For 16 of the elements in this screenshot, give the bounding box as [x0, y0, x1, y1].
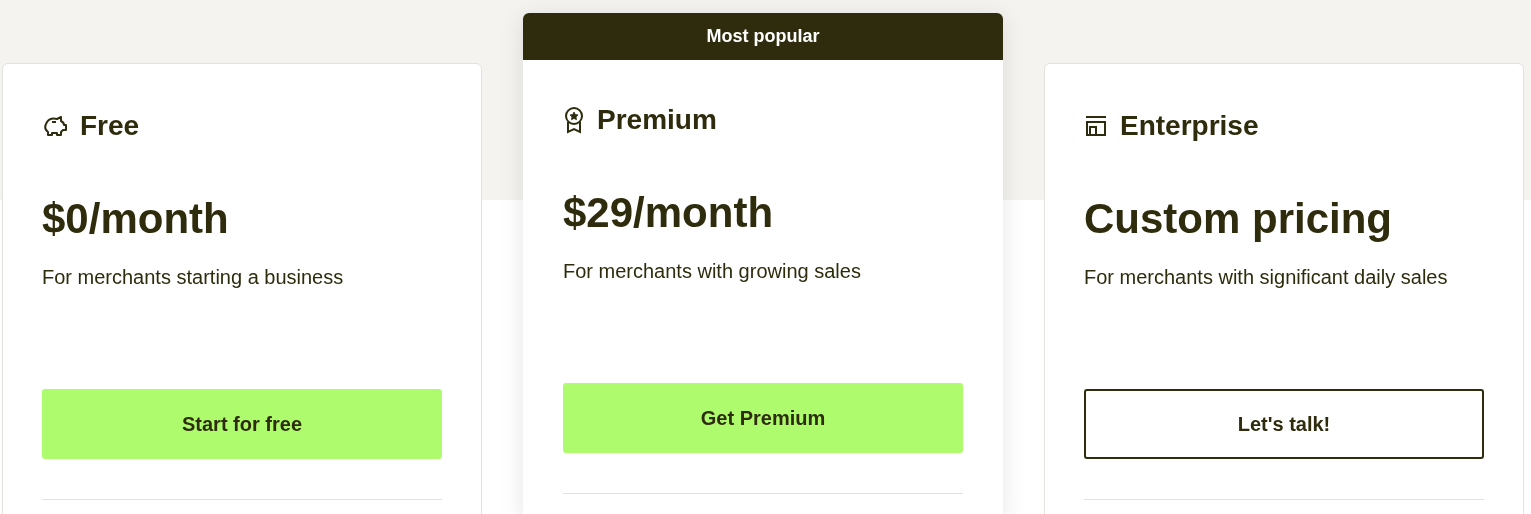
plan-button[interactable]: Let's talk! [1084, 389, 1484, 459]
piggy-bank-icon [42, 114, 68, 138]
award-ribbon-icon [563, 106, 585, 134]
plan-name: Free [80, 109, 140, 143]
plan-description: For merchants starting a business [42, 265, 345, 290]
plan-price: Custom pricing [1084, 194, 1392, 244]
plan-name: Enterprise [1120, 109, 1259, 143]
storefront-icon [1084, 115, 1108, 137]
plan-price: $29/month [563, 188, 774, 238]
plan-description: For merchants with significant daily sales [1084, 265, 1449, 290]
plan-name: Premium [597, 103, 717, 137]
plan-button[interactable]: Get Premium [563, 383, 963, 453]
plan-button[interactable]: Start for free [42, 389, 442, 459]
plan-price: $0/month [42, 194, 229, 244]
popular-banner: Most popular [523, 13, 1003, 60]
plan-description: For merchants with growing sales [563, 259, 862, 284]
